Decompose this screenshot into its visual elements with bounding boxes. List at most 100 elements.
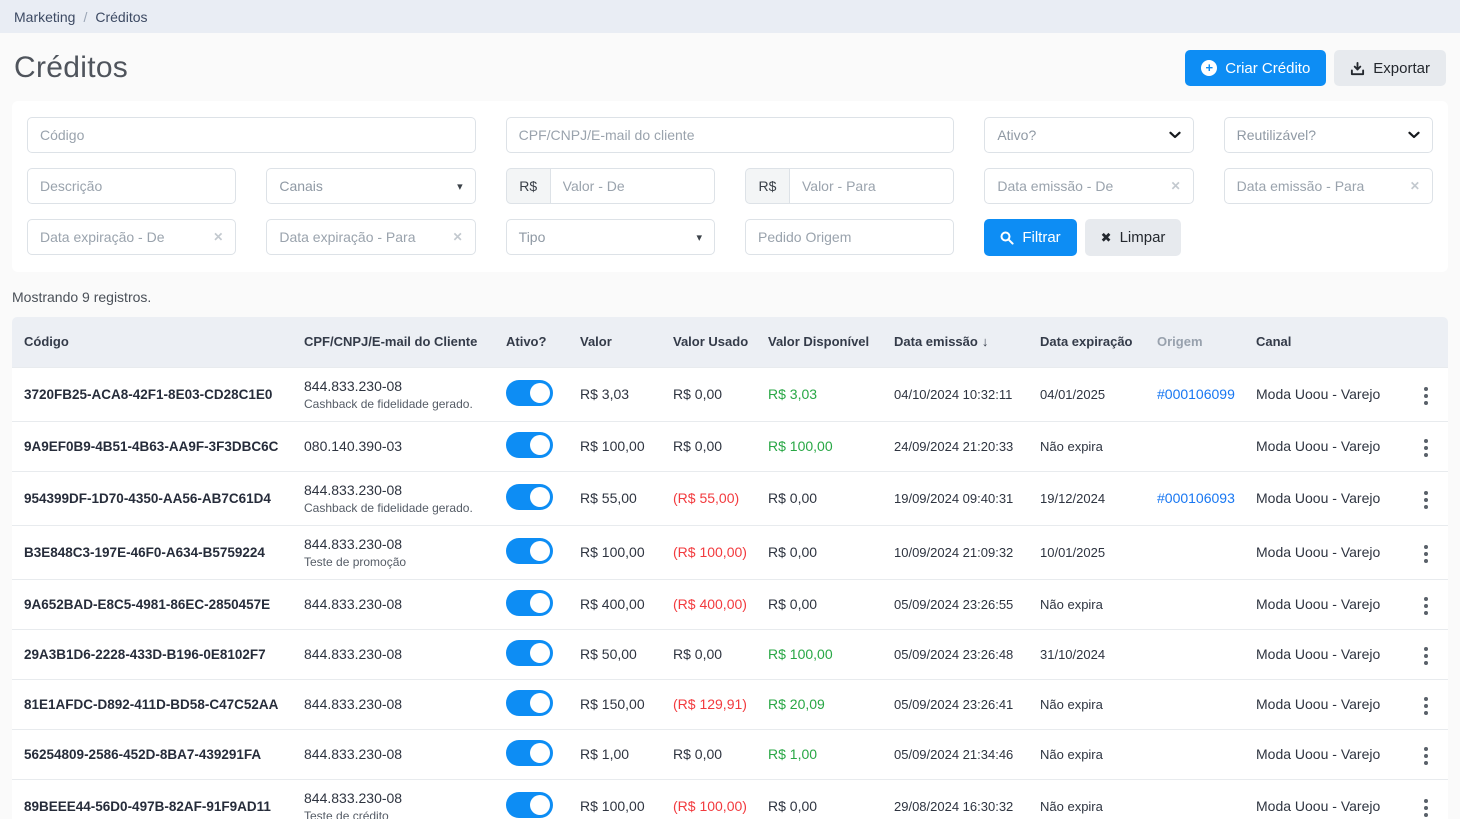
col-data-emissao[interactable]: Data emissão ↓	[882, 317, 1028, 367]
data-expiracao-de-input[interactable]: Data expiração - De ✕	[27, 219, 237, 255]
toggle-knob	[530, 642, 550, 663]
table-row: 29A3B1D6-2228-433D-B196-0E8102F7 844.833.…	[12, 629, 1448, 679]
kebab-menu-icon[interactable]	[1418, 540, 1434, 568]
plus-circle-icon: +	[1201, 60, 1218, 76]
canais-select[interactable]: Canais ▾	[266, 168, 476, 204]
origem-link[interactable]: #000106093	[1157, 490, 1235, 506]
breadcrumb-marketing[interactable]: Marketing	[14, 9, 75, 25]
data-emissao-de-placeholder: Data emissão - De	[997, 178, 1114, 194]
ativo-select[interactable]: Ativo?	[984, 117, 1194, 153]
data-expiracao-para-input[interactable]: Data expiração - Para ✕	[266, 219, 476, 255]
currency-prefix: R$	[744, 168, 789, 204]
codigo-input[interactable]	[27, 117, 476, 153]
canal: Moda Uoou - Varejo	[1256, 438, 1381, 454]
create-credit-button[interactable]: + Criar Crédito	[1185, 50, 1327, 86]
pedido-origem-input[interactable]	[744, 219, 955, 255]
reutilizavel-select[interactable]: Reutilizável?	[1223, 117, 1433, 153]
ativo-cell	[494, 629, 568, 679]
reutilizavel-select-label: Reutilizável?	[1236, 127, 1317, 143]
valor: R$ 100,00	[580, 544, 645, 560]
ativo-cell	[494, 471, 568, 525]
chevron-down-icon	[1408, 131, 1420, 139]
active-toggle[interactable]	[506, 483, 553, 510]
create-credit-label: Criar Crédito	[1225, 59, 1311, 77]
toggle-knob	[530, 742, 550, 763]
kebab-menu-icon[interactable]	[1418, 434, 1434, 462]
valor: R$ 150,00	[580, 696, 645, 712]
data-expiracao: Não expira	[1040, 798, 1103, 814]
kebab-menu-icon[interactable]	[1418, 692, 1434, 720]
active-toggle[interactable]	[506, 537, 553, 564]
descricao-input[interactable]	[27, 168, 237, 204]
valor-usado: R$ 0,00	[673, 746, 723, 762]
actions-cell	[1404, 471, 1448, 525]
clear-icon[interactable]: ✕	[1171, 179, 1181, 193]
credit-code: 81E1AFDC-D892-411D-BD58-C47C52AA	[24, 696, 279, 712]
filtrar-button[interactable]: Filtrar	[984, 219, 1077, 256]
cliente-input[interactable]	[505, 117, 955, 153]
client-id: 844.833.230-08	[304, 481, 403, 498]
origem-link[interactable]: #000106099	[1157, 386, 1235, 402]
valor-usado: (R$ 129,91)	[673, 696, 747, 712]
col-actions	[1404, 317, 1448, 367]
data-emissao: 19/09/2024 09:40:31	[894, 490, 1014, 506]
kebab-menu-icon[interactable]	[1418, 742, 1434, 770]
clear-icon[interactable]: ✕	[453, 230, 463, 244]
valor-usado: R$ 0,00	[673, 386, 723, 402]
credit-code: 89BEEE44-56D0-497B-82AF-91F9AD11	[24, 798, 271, 814]
filter-panel: Ativo? Reutilizável? Canais ▾ R$ R$ Data…	[12, 101, 1448, 272]
breadcrumb-separator: /	[83, 8, 88, 25]
valor: R$ 1,00	[580, 746, 630, 762]
active-toggle[interactable]	[506, 379, 553, 406]
credit-code: 3720FB25-ACA8-42F1-8E03-CD28C1E0	[24, 386, 273, 402]
limpar-button[interactable]: ✖ Limpar	[1084, 219, 1182, 256]
actions-cell	[1404, 779, 1448, 819]
valor-usado: R$ 0,00	[673, 646, 723, 662]
toggle-knob	[530, 486, 550, 507]
clear-icon[interactable]: ✕	[1410, 179, 1420, 193]
active-toggle[interactable]	[506, 589, 553, 616]
clear-icon[interactable]: ✕	[213, 230, 223, 244]
client-id: 080.140.390-03	[304, 438, 403, 454]
valor-disponivel: R$ 3,03	[768, 386, 818, 402]
kebab-menu-icon[interactable]	[1418, 794, 1434, 819]
export-button[interactable]: Exportar	[1334, 50, 1446, 86]
client-cell: 844.833.230-08	[292, 579, 494, 629]
tipo-select[interactable]: Tipo ▾	[505, 219, 715, 255]
active-toggle[interactable]	[506, 639, 553, 666]
ativo-cell	[494, 729, 568, 779]
credit-code: B3E848C3-197E-46F0-A634-B5759224	[24, 544, 265, 560]
credit-code: 56254809-2586-452D-8BA7-439291FA	[24, 746, 262, 762]
valor-disponivel: R$ 1,00	[768, 746, 818, 762]
valor-disponivel: R$ 100,00	[768, 438, 833, 454]
data-expiracao: 10/01/2025	[1040, 544, 1106, 560]
active-toggle[interactable]	[506, 739, 553, 766]
kebab-menu-icon[interactable]	[1418, 642, 1434, 670]
valor-para-input[interactable]	[788, 168, 955, 204]
data-expiracao-de-placeholder: Data expiração - De	[40, 229, 165, 245]
credits-page: Marketing / Créditos Créditos + Criar Cr…	[0, 0, 1460, 819]
ativo-cell	[494, 421, 568, 471]
toggle-knob	[530, 434, 550, 455]
kebab-menu-icon[interactable]	[1418, 486, 1434, 514]
active-toggle[interactable]	[506, 431, 553, 458]
active-toggle[interactable]	[506, 689, 553, 716]
canais-select-label: Canais	[279, 178, 323, 194]
canal: Moda Uoou - Varejo	[1256, 596, 1381, 612]
data-emissao-de-input[interactable]: Data emissão - De ✕	[984, 168, 1194, 204]
valor-usado: (R$ 400,00)	[673, 596, 747, 612]
data-emissao-para-input[interactable]: Data emissão - Para ✕	[1223, 168, 1433, 204]
origem-cell	[1145, 679, 1244, 729]
valor-de-input[interactable]	[549, 168, 715, 204]
kebab-menu-icon[interactable]	[1418, 382, 1434, 410]
active-toggle[interactable]	[506, 791, 553, 818]
data-emissao: 05/09/2024 21:34:46	[894, 746, 1014, 762]
client-cell: 844.833.230-08 Cashback de fidelidade ger…	[292, 367, 494, 421]
actions-cell	[1404, 421, 1448, 471]
ativo-cell	[494, 679, 568, 729]
table-row: 89BEEE44-56D0-497B-82AF-91F9AD11 844.833.…	[12, 779, 1448, 819]
header-actions: + Criar Crédito Exportar	[1185, 50, 1446, 86]
data-emissao: 10/09/2024 21:09:32	[894, 544, 1014, 560]
kebab-menu-icon[interactable]	[1418, 592, 1434, 620]
toggle-knob	[530, 382, 550, 403]
